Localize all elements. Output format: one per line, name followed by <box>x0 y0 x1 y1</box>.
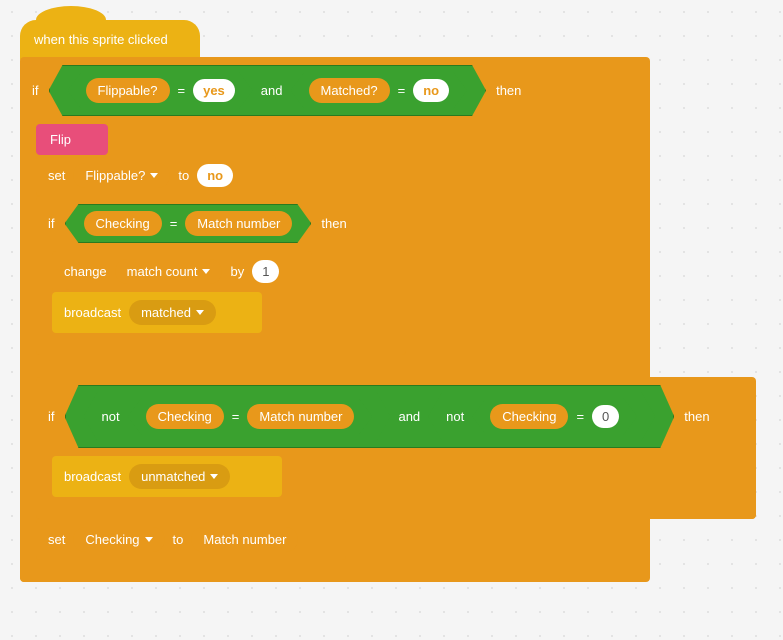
custom-block-flip[interactable]: Flip <box>36 124 108 155</box>
dropdown-checking[interactable]: Checking <box>73 527 164 552</box>
var-flippable[interactable]: Flippable? <box>86 78 170 103</box>
then-keyword: then <box>496 83 521 98</box>
if1-header: if Flippable? = yes and Matched? = no th… <box>20 57 650 124</box>
bool-and-outer[interactable]: not Checking = Match number and not Che <box>65 385 675 448</box>
and-op: and <box>261 83 283 98</box>
change-keyword: change <box>64 264 107 279</box>
eq-op: = <box>576 409 584 424</box>
change-block[interactable]: change match count by 1 <box>52 251 312 292</box>
then-keyword: then <box>321 216 346 231</box>
not-op: not <box>102 409 120 424</box>
bool-not-left[interactable]: not Checking = Match number <box>84 392 391 441</box>
bool-eq-left[interactable]: Flippable? = yes <box>68 72 253 109</box>
dropdown-matched[interactable]: matched <box>129 300 216 325</box>
if-block-2[interactable]: if Checking = Match number then change m… <box>36 196 406 355</box>
if2-header: if Checking = Match number then <box>36 196 406 251</box>
dropdown-unmatched[interactable]: unmatched <box>129 464 230 489</box>
bool-eq-inner-left[interactable]: Checking = Match number <box>128 398 373 435</box>
set-flippable-block[interactable]: set Flippable? to no <box>36 155 276 196</box>
var-matched[interactable]: Matched? <box>309 78 390 103</box>
var-matchnumber[interactable]: Match number <box>185 211 292 236</box>
hat-label: when this sprite clicked <box>34 32 168 47</box>
by-keyword: by <box>230 264 244 279</box>
broadcast-unmatched-block[interactable]: broadcast unmatched <box>52 456 282 497</box>
if-block-3[interactable]: if not Checking = Match number and <box>36 377 756 519</box>
var-checking[interactable]: Checking <box>146 404 224 429</box>
set-keyword: set <box>48 532 65 547</box>
literal-no[interactable]: no <box>197 164 233 187</box>
if1-foot <box>20 560 560 582</box>
eq-op: = <box>170 216 178 231</box>
spacer <box>36 355 406 377</box>
literal-yes[interactable]: yes <box>193 79 235 102</box>
to-keyword: to <box>178 168 189 183</box>
eq-op: = <box>178 83 186 98</box>
bool-eq-right[interactable]: Matched? = no <box>291 72 468 109</box>
if2-body: change match count by 1 broadcast matche… <box>52 251 406 333</box>
broadcast-matched-block[interactable]: broadcast matched <box>52 292 262 333</box>
if1-body: Flip set Flippable? to no if Checking = … <box>36 124 650 560</box>
if3-header: if not Checking = Match number and <box>36 377 756 456</box>
eq-op: = <box>398 83 406 98</box>
eq-op: = <box>232 409 240 424</box>
dropdown-matchcount[interactable]: match count <box>115 259 223 284</box>
to-keyword: to <box>173 532 184 547</box>
set-checking-block[interactable]: set Checking to Match number <box>36 519 346 560</box>
literal-0[interactable]: 0 <box>592 405 619 428</box>
not-op: not <box>446 409 464 424</box>
bool-eq-inner-right[interactable]: Checking = 0 <box>472 398 637 435</box>
bool-and[interactable]: Flippable? = yes and Matched? = no <box>49 65 487 116</box>
if-keyword: if <box>48 409 55 424</box>
dropdown-flippable[interactable]: Flippable? <box>73 163 170 188</box>
var-checking[interactable]: Checking <box>84 211 162 236</box>
if-keyword: if <box>48 216 55 231</box>
if-block-1[interactable]: if Flippable? = yes and Matched? = no th… <box>20 57 650 582</box>
set-keyword: set <box>48 168 65 183</box>
if3-body: broadcast unmatched <box>52 456 756 497</box>
literal-no[interactable]: no <box>413 79 449 102</box>
script-container: when this sprite clicked if Flippable? =… <box>20 20 760 582</box>
and-op: and <box>398 409 420 424</box>
broadcast-keyword: broadcast <box>64 469 121 484</box>
var-checking[interactable]: Checking <box>490 404 568 429</box>
bool-eq[interactable]: Checking = Match number <box>65 204 312 243</box>
bool-not-right[interactable]: not Checking = 0 <box>428 392 655 441</box>
flip-label: Flip <box>50 132 71 147</box>
var-matchnumber[interactable]: Match number <box>247 404 354 429</box>
broadcast-keyword: broadcast <box>64 305 121 320</box>
if-keyword: if <box>32 83 39 98</box>
var-matchnumber[interactable]: Match number <box>191 527 298 552</box>
if3-foot <box>36 497 756 519</box>
if2-foot <box>36 333 406 355</box>
then-keyword: then <box>684 409 709 424</box>
literal-1[interactable]: 1 <box>252 260 279 283</box>
